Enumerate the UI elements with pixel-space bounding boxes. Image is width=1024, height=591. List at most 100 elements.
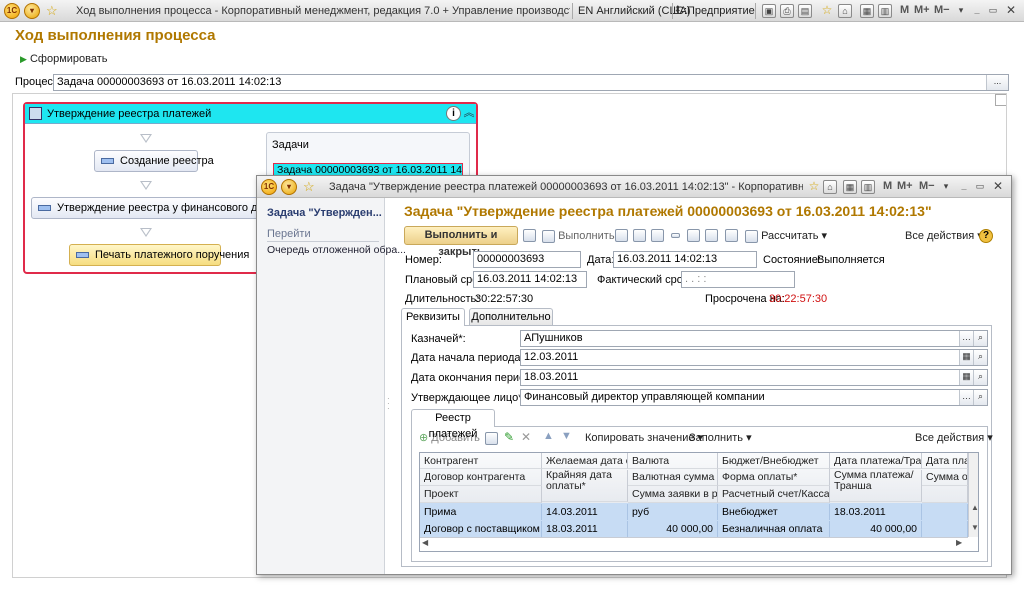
calendar-icon[interactable]: ▥ — [861, 180, 875, 194]
scroll-down-icon[interactable]: ▼ — [971, 523, 978, 532]
history-icon[interactable]: ⌂ — [838, 4, 852, 18]
move-up-icon[interactable]: ▲ — [543, 430, 554, 442]
favorite-star-icon[interactable]: ☆ — [46, 3, 58, 19]
memory-plus-icon[interactable]: M+ — [897, 180, 913, 192]
preview-icon[interactable]: ▤ — [798, 4, 812, 18]
date-field[interactable]: 16.03.2011 14:02:13 — [613, 251, 757, 268]
grid-header-cell[interactable]: Форма оплаты* — [718, 469, 830, 486]
help-icon[interactable]: ? — [979, 229, 993, 243]
calendar-icon[interactable]: ▥ — [878, 4, 892, 18]
splitter-handle[interactable]: · · · — [387, 395, 390, 413]
grid-header-cell[interactable]: Контрагент — [420, 453, 542, 469]
window-menu-icon[interactable]: ▾ — [939, 180, 953, 194]
memory-m-icon[interactable]: M — [900, 4, 909, 16]
grid-header-cell[interactable]: Сумма платежа/Транша — [830, 470, 922, 502]
memory-minus-icon[interactable]: M− — [934, 4, 950, 16]
grid-header-cell[interactable] — [922, 486, 968, 503]
1c-logo-icon[interactable]: 1C — [261, 179, 277, 195]
table-cell[interactable]: 40 000,00 — [628, 521, 718, 537]
select-button[interactable]: … — [959, 331, 973, 346]
node-create-registry[interactable]: Создание реестра — [94, 150, 214, 172]
search-icon[interactable]: ⌕ — [973, 370, 987, 385]
search-icon[interactable]: ⌕ — [973, 350, 987, 365]
save-icon[interactable]: ▣ — [762, 4, 776, 18]
history-icon[interactable]: ⌂ — [823, 180, 837, 194]
copy-row-icon[interactable] — [485, 432, 498, 445]
table-cell[interactable]: Внебюджет — [718, 504, 830, 520]
move-icon[interactable] — [687, 229, 700, 242]
grid-header-cell[interactable]: Желаемая дата о... — [542, 453, 628, 469]
grid-header-cell[interactable]: Дата плате — [922, 453, 968, 469]
grid-hscroll[interactable]: ◀ ▶ — [420, 537, 968, 551]
scroll-up-icon[interactable]: ▲ — [971, 503, 978, 512]
document-icon[interactable] — [615, 229, 628, 242]
grid-header-cell[interactable]: Расчетный счет/Касса* — [718, 486, 830, 503]
table-cell[interactable]: 14.03.2011 — [542, 504, 628, 520]
table-cell[interactable]: Прима — [420, 504, 542, 520]
node-approve-registry[interactable]: Утверждение реестра у финансового директ… — [31, 197, 304, 219]
table-cell[interactable] — [922, 521, 968, 537]
tab-additional[interactable]: Дополнительно — [469, 308, 553, 325]
table-cell[interactable]: Договор с поставщиком — [420, 521, 542, 537]
treasurer-field[interactable]: АПушников … ⌕ — [520, 330, 988, 347]
grid-header-cell[interactable]: Сумма ост — [922, 469, 968, 486]
node-print-order[interactable]: Печать платежного поручения — [69, 244, 249, 266]
spellcheck-icon[interactable] — [705, 229, 718, 242]
move-down-icon[interactable]: ▼ — [561, 430, 572, 442]
maximize-icon[interactable]: ▭ — [986, 4, 1000, 18]
sidebar-title[interactable]: Задача "Утвержден... — [267, 207, 382, 219]
copy-icon[interactable] — [633, 229, 646, 242]
tab-details[interactable]: Реквизиты — [401, 308, 465, 326]
memory-minus-icon[interactable]: M− — [919, 180, 935, 192]
calendar-icon[interactable]: ▦ — [959, 350, 973, 365]
grid-header-cell[interactable]: Проект — [420, 486, 542, 503]
window-menu-icon[interactable]: ▾ — [954, 4, 968, 18]
grid-header-cell[interactable]: Крайняя дата оплаты* — [542, 470, 628, 502]
print-icon[interactable]: ⎙ — [780, 4, 794, 18]
grid-header-cell[interactable]: Валютная сумма з... — [628, 469, 718, 486]
copy-value-button[interactable]: Копировать значение ▾ — [585, 430, 703, 448]
search-icon[interactable]: ⌕ — [973, 331, 987, 346]
approver-field[interactable]: Финансовый директор управляющей компании… — [520, 389, 988, 406]
grid-header-cell[interactable]: Договор контрагента — [420, 469, 542, 486]
planned-field[interactable]: 16.03.2011 14:02:13 — [473, 271, 587, 288]
table-cell[interactable] — [922, 504, 968, 520]
favorites-icon[interactable]: ☆ — [807, 180, 821, 194]
memory-plus-icon[interactable]: M+ — [914, 4, 930, 16]
execute-close-button[interactable]: Выполнить и закрыть — [404, 226, 518, 258]
minimize-icon[interactable]: _ — [970, 4, 984, 18]
table-cell[interactable]: 18.03.2011 — [830, 504, 922, 520]
table-cell[interactable]: Безналичная оплата — [718, 521, 830, 537]
select-button[interactable]: … — [959, 390, 973, 405]
close-icon[interactable]: ✕ — [1004, 4, 1018, 18]
scroll-left-icon[interactable]: ◀ — [422, 538, 428, 547]
scroll-right-icon[interactable]: ▶ — [956, 538, 962, 547]
collapse-icon[interactable]: ︽ — [462, 106, 476, 121]
table-cell[interactable]: 18.03.2011 — [542, 521, 628, 537]
print-icon[interactable] — [725, 229, 738, 242]
calculator-icon[interactable]: ▦ — [843, 180, 857, 194]
menu-dropdown-icon[interactable]: ▾ — [24, 3, 40, 19]
minus-icon[interactable] — [671, 233, 680, 238]
search-icon[interactable]: ⌕ — [973, 390, 987, 405]
calendar-icon[interactable]: ▦ — [959, 370, 973, 385]
close-icon[interactable]: ✕ — [991, 180, 1005, 194]
menu-dropdown-icon[interactable]: ▾ — [281, 179, 297, 195]
delete-icon[interactable]: ✕ — [521, 430, 531, 444]
edit-pencil-icon[interactable]: ✎ — [504, 430, 514, 444]
maximize-icon[interactable]: ▭ — [973, 180, 987, 194]
number-field[interactable]: 00000003693 — [473, 251, 581, 268]
period-end-field[interactable]: 18.03.2011 ▦ ⌕ — [520, 369, 988, 386]
form-button[interactable]: ▶ Сформировать — [20, 51, 108, 69]
calculate-button[interactable]: Рассчитать ▾ — [745, 228, 827, 246]
calculator-icon[interactable]: ▦ — [860, 4, 874, 18]
minimize-icon[interactable]: _ — [957, 180, 971, 194]
structure-icon[interactable] — [651, 229, 664, 242]
memory-m-icon[interactable]: M — [883, 180, 892, 192]
grid-header-cell[interactable]: Сумма заявки в ру... — [628, 486, 718, 503]
sidebar-item-queue[interactable]: Очередь отложенной обра... — [267, 244, 406, 256]
registry-all-actions-button[interactable]: Все действия ▾ — [915, 430, 993, 448]
save-icon[interactable] — [523, 229, 536, 242]
process-field[interactable]: Задача 00000003693 от 16.03.2011 14:02:1… — [53, 74, 1009, 91]
all-actions-button[interactable]: Все действия ▾ — [905, 228, 983, 246]
